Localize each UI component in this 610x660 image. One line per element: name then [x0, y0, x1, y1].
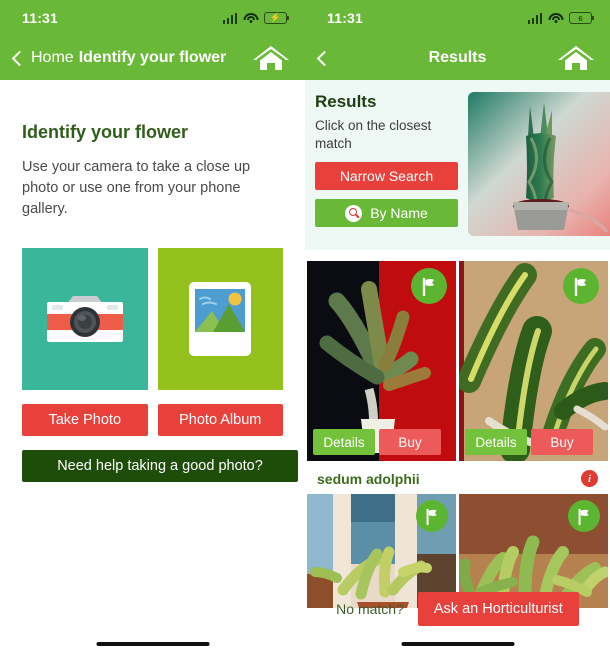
wifi-icon [243, 12, 258, 24]
battery-charging-icon: ⚡ [264, 12, 290, 24]
home-icon[interactable] [251, 43, 291, 73]
identify-content: Identify your flower Use your camera to … [0, 122, 305, 660]
species-row: sedum adolphii i [305, 461, 610, 494]
results-header-text: Results Click on the closest match Narro… [315, 92, 458, 236]
identify-flower-screen: 11:31 ⚡ Home Identify your flower Identi… [0, 0, 305, 660]
photo-album-tile[interactable] [157, 248, 283, 391]
results-header: Results Click on the closest match Narro… [305, 80, 610, 250]
status-bar-left: 11:31 ⚡ [0, 0, 305, 36]
plant-card-1[interactable]: Details Buy [307, 261, 456, 461]
capture-tiles [22, 248, 283, 391]
ask-horticulturist-button[interactable]: Ask an Horticulturist [417, 592, 579, 626]
take-photo-button[interactable]: Take Photo [22, 404, 148, 437]
results-instruction: Click on the closest match [315, 118, 432, 151]
back-button[interactable]: Home [11, 49, 74, 67]
battery-level: 6 [578, 13, 583, 23]
species-results-row [305, 494, 610, 608]
nav-bar-left: Home Identify your flower [0, 36, 305, 80]
home-indicator-right [401, 641, 514, 646]
chevron-left-icon [316, 50, 333, 66]
by-name-button[interactable]: By Name [315, 199, 458, 228]
photo-album-button[interactable]: Photo Album [157, 404, 283, 437]
sedum-card-2[interactable] [459, 494, 608, 608]
status-indicators: 6 [527, 12, 595, 24]
battery-icon: 6 [569, 12, 595, 24]
plant-card-1-buttons: Details Buy [313, 429, 441, 455]
results-screen: 11:31 6 Results Results Click on the clo… [305, 0, 610, 660]
identify-heading: Identify your flower [22, 122, 189, 142]
identify-subheading: Use your camera to take a close up photo… [22, 159, 251, 218]
dual-screen-container: 11:31 ⚡ Home Identify your flower Identi… [0, 0, 610, 660]
buy-button[interactable]: Buy [531, 429, 593, 455]
back-button[interactable] [316, 50, 336, 66]
hero-plant-photo [468, 92, 610, 236]
by-name-label: By Name [370, 205, 428, 222]
camera-icon [46, 296, 123, 343]
plant-card-2[interactable]: Details Buy [459, 261, 608, 461]
status-time: 11:31 [22, 10, 59, 26]
search-icon [345, 204, 363, 222]
flag-icon[interactable] [411, 268, 447, 304]
back-button-label: Home [31, 49, 74, 66]
info-icon[interactable]: i [581, 470, 598, 487]
flag-icon[interactable] [563, 268, 599, 304]
status-bar-right: 11:31 6 [305, 0, 610, 36]
no-match-row: No match? Ask an Horticulturist [305, 592, 610, 626]
photo-action-buttons: Take Photo Photo Album [22, 404, 283, 437]
signal-bars-icon [222, 12, 237, 24]
results-title: Results [315, 92, 377, 111]
nav-bar-right: Results [305, 36, 610, 80]
status-time: 11:31 [327, 10, 364, 26]
plant-card-2-buttons: Details Buy [465, 429, 593, 455]
camera-tile[interactable] [22, 248, 148, 391]
buy-button[interactable]: Buy [379, 429, 441, 455]
flag-icon[interactable] [416, 500, 448, 532]
sedum-card-1[interactable] [307, 494, 456, 608]
no-match-label: No match? [336, 601, 404, 617]
signal-bars-icon [527, 12, 542, 24]
plant-results-row: Details Buy Details Buy [305, 261, 610, 461]
narrow-search-button[interactable]: Narrow Search [315, 162, 458, 191]
need-help-button[interactable]: Need help taking a good photo? [22, 450, 298, 483]
flag-icon[interactable] [568, 500, 600, 532]
species-name: sedum adolphii [317, 470, 420, 487]
wifi-icon [548, 12, 563, 24]
home-icon[interactable] [556, 43, 596, 73]
status-indicators: ⚡ [222, 12, 290, 24]
home-indicator-left [96, 641, 209, 646]
results-content: Results Click on the closest match Narro… [305, 80, 610, 660]
details-button[interactable]: Details [465, 429, 527, 455]
chevron-left-icon [11, 50, 28, 66]
photo-image-icon [189, 282, 252, 357]
details-button[interactable]: Details [313, 429, 375, 455]
